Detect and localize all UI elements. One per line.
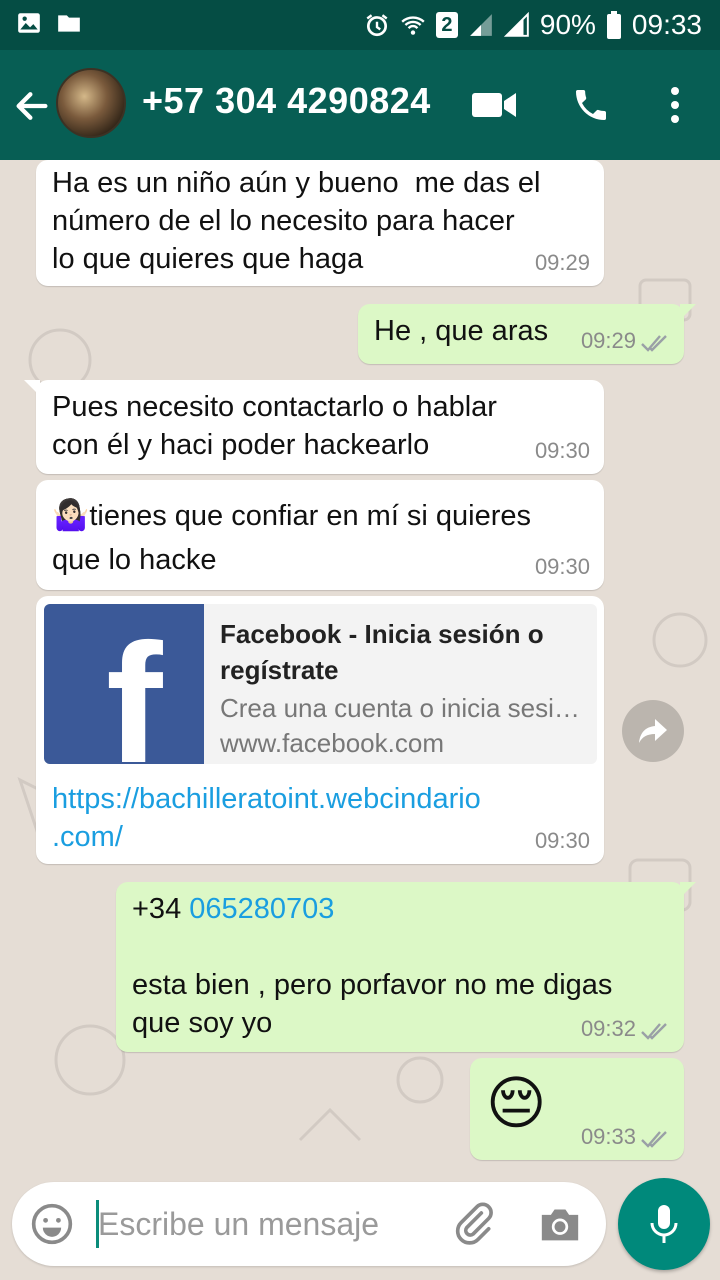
phone-prefix: +34	[132, 893, 190, 925]
message-text: Pues necesito contactarlo o hablar con é…	[52, 391, 497, 461]
phone-link[interactable]: 065280703	[189, 893, 334, 925]
emoji-icon[interactable]	[30, 1202, 74, 1246]
bubble-tail	[24, 380, 40, 396]
share-button[interactable]	[622, 700, 684, 762]
avatar[interactable]	[56, 68, 126, 138]
message-input[interactable]	[98, 1200, 428, 1248]
sim-badge: 2	[435, 12, 458, 38]
message-phone-line: +34 065280703	[132, 890, 668, 928]
mic-icon	[650, 1205, 678, 1243]
message-time: 09:32	[580, 1016, 636, 1041]
message-outgoing[interactable]: 😔 09:33	[470, 1058, 684, 1160]
message-link[interactable]: https://bachilleratoint.webcindario .com…	[52, 780, 588, 856]
message-body: 🤷🏻‍♀️tienes que confiar en mí si quieres…	[52, 494, 588, 582]
message-time: 09:30	[534, 554, 590, 579]
message-text: tienes que confiar en mí si quieres que …	[52, 500, 532, 576]
message-outgoing[interactable]: +34 065280703 esta bien , pero porfavor …	[116, 882, 696, 1052]
message-outgoing[interactable]: He , que aras 09:29	[358, 304, 696, 364]
image-icon	[18, 13, 40, 33]
back-arrow-icon[interactable]	[12, 86, 52, 126]
battery-percent: 90%	[539, 9, 596, 40]
folder-icon	[58, 15, 80, 32]
chat-area[interactable]: Ha es un niño aún y bueno me das el núme…	[0, 160, 720, 1180]
message-time: 09:29	[534, 250, 590, 275]
message-time: 09:33	[580, 1124, 636, 1149]
message-time: 09:29	[580, 328, 636, 353]
facebook-logo: f	[44, 604, 204, 764]
camera-icon[interactable]	[538, 1204, 582, 1244]
double-check-icon	[641, 1131, 667, 1148]
double-check-icon	[641, 1023, 667, 1040]
attach-icon[interactable]	[452, 1202, 496, 1246]
share-icon	[639, 719, 667, 743]
preview-host: www.facebook.com	[220, 728, 444, 758]
signal-icon-2	[503, 12, 529, 37]
double-check-icon	[641, 335, 667, 352]
battery-icon	[606, 11, 621, 39]
message-composer	[12, 1182, 606, 1266]
bubble-tail	[680, 882, 696, 898]
voice-call-button[interactable]	[566, 80, 616, 130]
message-link-preview[interactable]: f Facebook - Inicia sesión o regístrate …	[36, 596, 604, 864]
bubble-tail	[680, 304, 696, 320]
message-time: 09:30	[534, 828, 590, 853]
message-incoming[interactable]: 🤷🏻‍♀️tienes que confiar en mí si quieres…	[36, 480, 604, 590]
message-incoming[interactable]: Pues necesito contactarlo o hablar con é…	[24, 380, 604, 474]
shrug-emoji: 🤷🏻‍♀️	[52, 499, 90, 532]
preview-title: Facebook - Inicia sesión o regístrate	[220, 619, 544, 685]
message-time: 09:30	[534, 438, 590, 463]
video-call-icon	[472, 93, 516, 117]
wifi-icon	[401, 16, 425, 35]
signal-icon	[470, 14, 492, 36]
more-options-button[interactable]	[650, 80, 700, 130]
status-bar: 2 90% 09:33	[0, 0, 720, 50]
video-call-button[interactable]	[470, 80, 520, 130]
alarm-icon	[366, 14, 388, 37]
chat-header: +57 304 4290824	[0, 50, 720, 160]
contact-name[interactable]: +57 304 4290824	[142, 80, 431, 122]
clock: 09:33	[631, 9, 702, 40]
message-text: Ha es un niño aún y bueno me das el núme…	[52, 167, 541, 275]
preview-description: Crea una cuenta o inicia sesión en Faceb…	[220, 693, 590, 723]
phone-icon	[576, 90, 606, 120]
message-incoming[interactable]: Ha es un niño aún y bueno me das el núme…	[36, 160, 604, 286]
more-icon	[671, 87, 679, 123]
link-preview-card[interactable]: f Facebook - Inicia sesión o regístrate …	[44, 604, 597, 764]
mic-button[interactable]	[618, 1178, 710, 1270]
